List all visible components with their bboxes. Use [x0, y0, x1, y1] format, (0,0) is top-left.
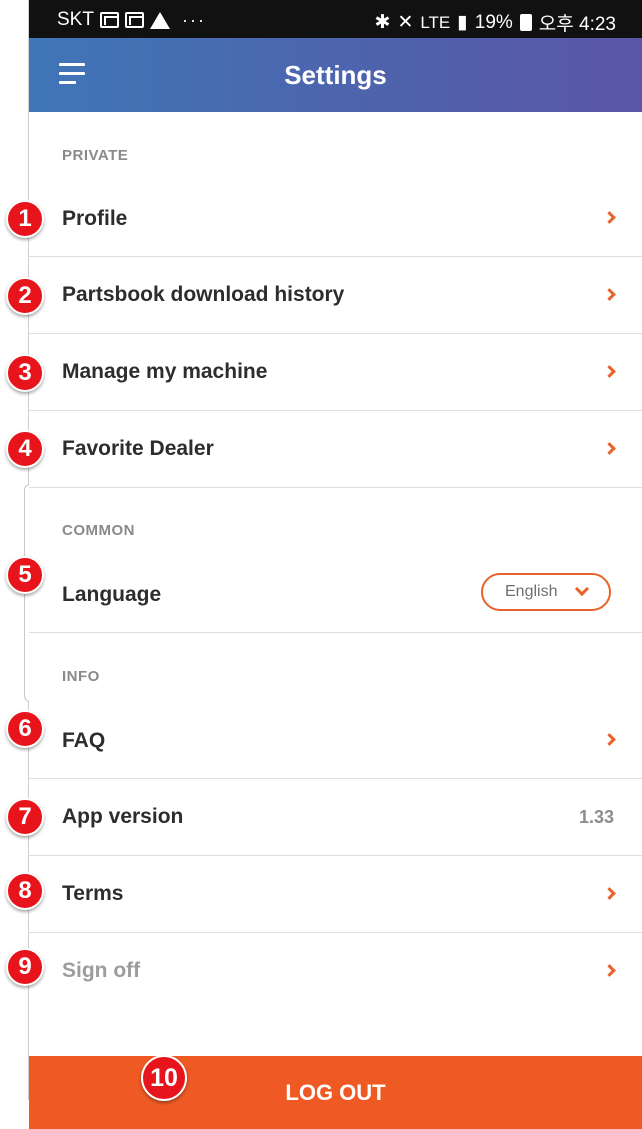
- faq-label: FAQ: [62, 729, 106, 752]
- divider: [29, 632, 642, 633]
- clock: 오후 4:23: [538, 14, 616, 35]
- chevron-right-icon: [603, 365, 616, 378]
- hamburger-menu-icon[interactable]: [59, 63, 85, 85]
- manage-my-machine-row[interactable]: Manage my machine: [29, 334, 642, 411]
- more-notifications-icon: ···: [181, 9, 206, 30]
- warning-icon: [149, 11, 170, 29]
- language-label: Language: [62, 583, 162, 606]
- partsbook-download-history-row[interactable]: Partsbook download history: [29, 257, 642, 334]
- gallery-notification-icon: [124, 12, 144, 28]
- network-type: LTE: [420, 12, 451, 32]
- app-version-row: App version 1.33: [29, 779, 642, 856]
- language-select[interactable]: English: [481, 573, 611, 611]
- annotation-badge-8: 8: [6, 872, 44, 910]
- battery-percent: 19%: [474, 11, 513, 33]
- annotation-badge-4: 4: [6, 430, 44, 468]
- partsbook-download-history-label: Partsbook download history: [62, 283, 345, 306]
- chevron-right-icon: [603, 288, 616, 301]
- status-bar-right: ✱ ✕ LTE ▮ 19% 오후 4:23: [375, 9, 616, 36]
- page-title: Settings: [284, 60, 387, 90]
- annotation-badge-6: 6: [6, 710, 44, 748]
- divider: [29, 487, 642, 488]
- annotation-badge-9: 9: [6, 948, 44, 986]
- status-bar-left: SKT ···: [57, 9, 206, 31]
- annotation-badge-1: 1: [6, 200, 44, 238]
- app-screen: SKT ··· ✱ ✕ LTE ▮ 19% 오후 4:23 Settings P…: [29, 0, 642, 1129]
- chevron-right-icon: [603, 887, 616, 900]
- section-header-info: INFO: [62, 668, 100, 685]
- language-row: Language English: [29, 560, 642, 633]
- chevron-down-icon: [574, 581, 590, 597]
- chevron-right-icon: [603, 211, 616, 224]
- status-bar: SKT ··· ✱ ✕ LTE ▮ 19% 오후 4:23: [29, 0, 642, 38]
- chevron-right-icon: [603, 442, 616, 455]
- terms-label: Terms: [62, 882, 124, 905]
- signal-icon: ▮: [457, 12, 468, 33]
- manage-my-machine-label: Manage my machine: [62, 360, 268, 383]
- gallery-notification-icon: [99, 12, 119, 28]
- chevron-right-icon: [603, 964, 616, 977]
- section-header-common: COMMON: [62, 522, 135, 539]
- sign-off-row[interactable]: Sign off: [29, 933, 642, 1010]
- section-header-private: PRIVATE: [62, 147, 129, 164]
- chevron-right-icon: [603, 733, 616, 746]
- faq-row[interactable]: FAQ: [29, 702, 642, 779]
- logout-button[interactable]: LOG OUT: [29, 1056, 642, 1129]
- carrier-label: SKT: [57, 9, 94, 30]
- profile-label: Profile: [62, 207, 128, 230]
- app-bar: Settings: [29, 38, 642, 112]
- mute-icon: ✕: [397, 12, 414, 33]
- profile-row[interactable]: Profile: [29, 180, 642, 257]
- annotation-badge-10: 10: [141, 1055, 187, 1101]
- favorite-dealer-row[interactable]: Favorite Dealer: [29, 411, 642, 488]
- app-version-label: App version: [62, 805, 184, 828]
- sign-off-label: Sign off: [62, 959, 141, 982]
- annotation-badge-2: 2: [6, 277, 44, 315]
- terms-row[interactable]: Terms: [29, 856, 642, 933]
- language-select-value: English: [505, 583, 558, 600]
- annotation-badge-7: 7: [6, 798, 44, 836]
- bluetooth-icon: ✱: [374, 12, 391, 33]
- battery-icon: [519, 14, 532, 31]
- app-version-value: 1.33: [578, 807, 614, 827]
- annotation-badge-5: 5: [6, 556, 44, 594]
- annotation-badge-3: 3: [6, 354, 44, 392]
- favorite-dealer-label: Favorite Dealer: [62, 437, 214, 460]
